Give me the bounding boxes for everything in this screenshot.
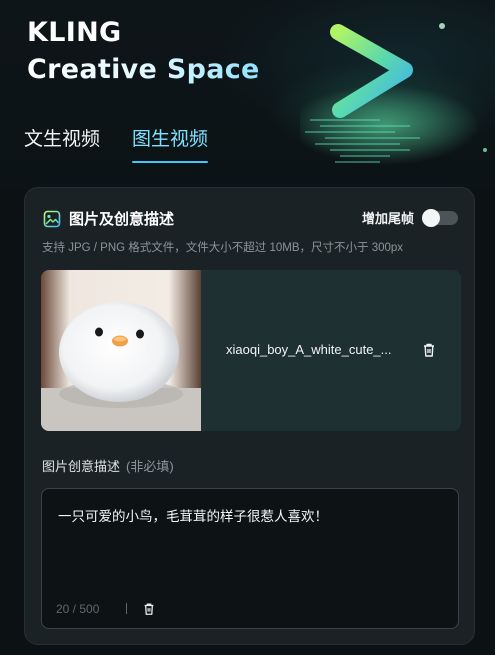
- image-description-card: 图片及创意描述 增加尾帧 支持 JPG / PNG 格式文件，文件大小不超过 1…: [24, 187, 475, 645]
- description-label-group: 图片创意描述 (非必填): [42, 456, 174, 475]
- card-title: 图片及创意描述: [69, 211, 175, 228]
- upload-hint: 支持 JPG / PNG 格式文件，文件大小不超过 10MB，尺寸不小于 300…: [42, 242, 404, 254]
- description-textarea[interactable]: 一只可爱的小鸟，毛茸茸的样子很惹人喜欢！ 20 / 500: [41, 488, 459, 629]
- brand-title: KLING Creative Space: [27, 14, 260, 88]
- uploaded-image-thumbnail: [41, 270, 201, 431]
- clear-text-trash-icon[interactable]: [142, 602, 156, 616]
- description-label: 图片创意描述: [42, 459, 121, 474]
- toggle-knob: [422, 208, 440, 227]
- end-frame-toggle[interactable]: [422, 208, 458, 227]
- hero-banner: KLING Creative Space 文生视频 图生视频: [0, 0, 495, 190]
- tab-image-to-video[interactable]: 图生视频: [132, 124, 209, 163]
- mode-tabs: 文生视频 图生视频: [24, 124, 209, 163]
- end-frame-toggle-label: 增加尾帧: [361, 211, 414, 226]
- trash-icon[interactable]: [421, 342, 437, 358]
- counter-divider: [126, 603, 127, 614]
- kling-logo-icon: [300, 23, 487, 165]
- end-frame-toggle-group: 增加尾帧: [362, 208, 458, 227]
- brand-line-1: KLING: [27, 17, 122, 48]
- tab-text-to-video[interactable]: 文生视频: [24, 124, 100, 163]
- brand-line-2: Creative Space: [27, 51, 260, 88]
- description-text: 一只可爱的小鸟，毛茸茸的样子很惹人喜欢！: [58, 509, 328, 524]
- uploaded-file-name: xiaoqi_boy_A_white_cute_...: [226, 342, 392, 357]
- image-icon: [43, 210, 61, 227]
- card-header: 图片及创意描述: [43, 208, 174, 229]
- uploaded-image-panel[interactable]: xiaoqi_boy_A_white_cute_...: [41, 270, 461, 431]
- optional-tag: (非必填): [126, 459, 174, 474]
- char-counter: 20 / 500: [56, 602, 100, 616]
